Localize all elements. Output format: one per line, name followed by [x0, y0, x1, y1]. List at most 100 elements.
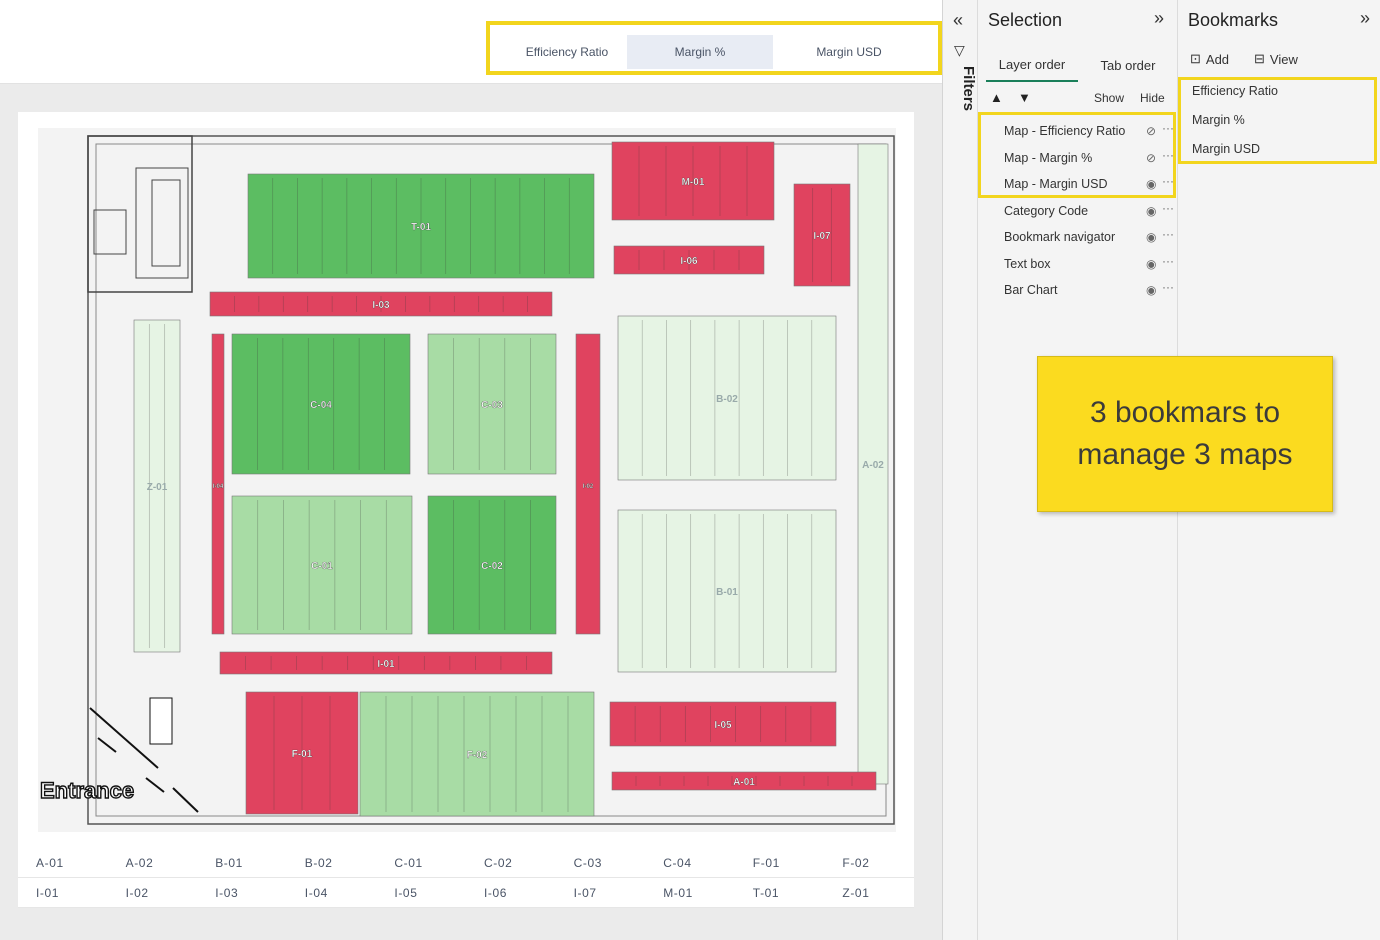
- zone-i-07[interactable]: I-07: [793, 183, 851, 287]
- zone-i-06[interactable]: I-06: [613, 245, 765, 275]
- filters-pane-collapsed[interactable]: « ▽ Filters: [942, 0, 978, 940]
- bookmark-item[interactable]: Efficiency Ratio: [1192, 84, 1278, 98]
- layer-item[interactable]: Bar Chart ◉ ···: [1004, 274, 1174, 303]
- view-bookmark-button[interactable]: ⊟ View: [1254, 48, 1298, 70]
- report-visual-card: T-01 M-01 I-07 I-06 I-03 C-04 C-03 B-02 A-02 Z-01…: [18, 112, 914, 908]
- category-cell[interactable]: I-02: [108, 878, 198, 908]
- report-top-bar: Efficiency Ratio Margin % Margin USD: [0, 0, 942, 84]
- zone-label: I-03: [372, 300, 390, 311]
- zone-label: I-06: [680, 256, 698, 267]
- layer-label: Map - Margin %: [1004, 151, 1093, 165]
- category-cell[interactable]: I-04: [287, 878, 377, 908]
- zone-c-03[interactable]: C-03: [427, 333, 557, 475]
- nav-button-efficiency-ratio[interactable]: Efficiency Ratio: [494, 35, 640, 69]
- bookmark-item[interactable]: Margin USD: [1192, 142, 1260, 156]
- category-cell[interactable]: F-01: [735, 848, 825, 878]
- filters-label[interactable]: Filters: [945, 66, 977, 111]
- zone-label: F-02: [467, 750, 488, 761]
- layer-item[interactable]: Text box ◉ ···: [1004, 248, 1174, 277]
- layer-item[interactable]: Map - Margin USD ◉ ···: [1004, 168, 1174, 197]
- category-cell[interactable]: C-02: [466, 848, 556, 878]
- category-cell[interactable]: I-05: [376, 878, 466, 908]
- eye-icon[interactable]: ◉: [1146, 251, 1156, 277]
- zone-i-04[interactable]: I-04: [211, 333, 225, 635]
- show-all-button[interactable]: Show: [1094, 91, 1124, 105]
- layer-item[interactable]: Bookmark navigator ◉ ···: [1004, 221, 1174, 250]
- category-cell[interactable]: T-01: [735, 878, 825, 908]
- category-cell[interactable]: I-03: [197, 878, 287, 908]
- view-bookmark-label: View: [1269, 51, 1298, 67]
- zone-z-01[interactable]: Z-01: [133, 319, 181, 653]
- zone-c-02[interactable]: C-02: [427, 495, 557, 635]
- eye-icon[interactable]: ◉: [1146, 277, 1156, 303]
- bookmark-item[interactable]: Margin %: [1192, 113, 1245, 127]
- bookmark-add-icon: ⊡: [1190, 51, 1201, 66]
- category-cell[interactable]: C-04: [645, 848, 735, 878]
- more-options-icon[interactable]: ···: [1162, 274, 1174, 300]
- eye-icon[interactable]: ◉: [1146, 224, 1156, 250]
- category-cell[interactable]: C-03: [556, 848, 646, 878]
- zone-c-01[interactable]: C-01: [231, 495, 413, 635]
- layer-item[interactable]: Map - Efficiency Ratio ⊘ ···: [1004, 115, 1174, 144]
- tab-tab-order[interactable]: Tab order: [1084, 48, 1172, 82]
- category-cell[interactable]: A-02: [108, 848, 198, 878]
- layer-label: Text box: [1004, 257, 1051, 271]
- eye-icon[interactable]: ◉: [1146, 171, 1156, 197]
- layer-item[interactable]: Category Code ◉ ···: [1004, 195, 1174, 224]
- category-cell[interactable]: I-07: [556, 878, 646, 908]
- eye-hidden-icon[interactable]: ⊘: [1146, 145, 1156, 171]
- zone-i-01[interactable]: I-01: [219, 651, 553, 675]
- category-cell[interactable]: I-01: [18, 878, 108, 908]
- category-cell[interactable]: A-01: [18, 848, 108, 878]
- collapse-selection-chevron-icon[interactable]: »: [1154, 8, 1164, 29]
- zone-i-05[interactable]: I-05: [609, 701, 837, 747]
- category-cell[interactable]: B-02: [287, 848, 377, 878]
- zone-label: I-02: [583, 484, 594, 490]
- nav-button-margin-pct[interactable]: Margin %: [627, 35, 773, 69]
- category-cell[interactable]: M-01: [645, 878, 735, 908]
- zone-a-01[interactable]: A-01: [611, 771, 877, 791]
- category-cell[interactable]: F-02: [824, 848, 914, 878]
- layer-label: Category Code: [1004, 204, 1089, 218]
- powerbi-window: Efficiency Ratio Margin % Margin USD T-0…: [0, 0, 1380, 940]
- zone-i-02[interactable]: I-02: [575, 333, 601, 635]
- tab-layer-order[interactable]: Layer order: [986, 48, 1078, 82]
- zone-label: C-03: [481, 400, 503, 411]
- more-options-icon[interactable]: ···: [1162, 195, 1174, 221]
- move-up-icon[interactable]: ▲: [990, 90, 1003, 105]
- eye-hidden-icon[interactable]: ⊘: [1146, 118, 1156, 144]
- nav-button-margin-usd[interactable]: Margin USD: [776, 35, 922, 69]
- zone-a-02[interactable]: A-02: [857, 143, 889, 785]
- more-options-icon[interactable]: ···: [1162, 248, 1174, 274]
- collapse-bookmarks-chevron-icon[interactable]: »: [1360, 8, 1370, 29]
- zone-label: B-01: [716, 587, 738, 598]
- hide-all-button[interactable]: Hide: [1140, 91, 1165, 105]
- add-bookmark-button[interactable]: ⊡ Add: [1190, 48, 1229, 70]
- layer-label: Map - Efficiency Ratio: [1004, 124, 1126, 138]
- layer-item[interactable]: Map - Margin % ⊘ ···: [1004, 142, 1174, 171]
- zone-f-02[interactable]: F-02: [359, 691, 595, 817]
- zone-m-01[interactable]: M-01: [611, 141, 775, 221]
- zone-c-04[interactable]: C-04: [231, 333, 411, 475]
- more-options-icon[interactable]: ···: [1162, 168, 1174, 194]
- zone-t-01[interactable]: T-01: [247, 173, 595, 279]
- zone-label: I-01: [377, 659, 395, 670]
- zone-b-01[interactable]: B-01: [617, 509, 837, 673]
- warehouse-floor-plan: T-01 M-01 I-07 I-06 I-03 C-04 C-03 B-02 A-02 Z-01…: [39, 135, 895, 825]
- zone-b-02[interactable]: B-02: [617, 315, 837, 481]
- more-options-icon[interactable]: ···: [1162, 115, 1174, 141]
- category-cell[interactable]: B-01: [197, 848, 287, 878]
- category-cell[interactable]: I-06: [466, 878, 556, 908]
- warehouse-map[interactable]: T-01 M-01 I-07 I-06 I-03 C-04 C-03 B-02 A-02 Z-01…: [38, 128, 896, 832]
- more-options-icon[interactable]: ···: [1162, 221, 1174, 247]
- zone-i-03[interactable]: I-03: [209, 291, 553, 317]
- collapse-chevron-icon[interactable]: «: [953, 10, 963, 31]
- category-cell[interactable]: C-01: [376, 848, 466, 878]
- eye-icon[interactable]: ◉: [1146, 198, 1156, 224]
- zone-f-01[interactable]: F-01: [245, 691, 359, 815]
- zone-label: M-01: [682, 177, 705, 188]
- category-cell[interactable]: Z-01: [824, 878, 914, 908]
- move-down-icon[interactable]: ▼: [1018, 90, 1031, 105]
- annotation-callout: 3 bookmars to manage 3 maps: [1037, 356, 1333, 512]
- more-options-icon[interactable]: ···: [1162, 142, 1174, 168]
